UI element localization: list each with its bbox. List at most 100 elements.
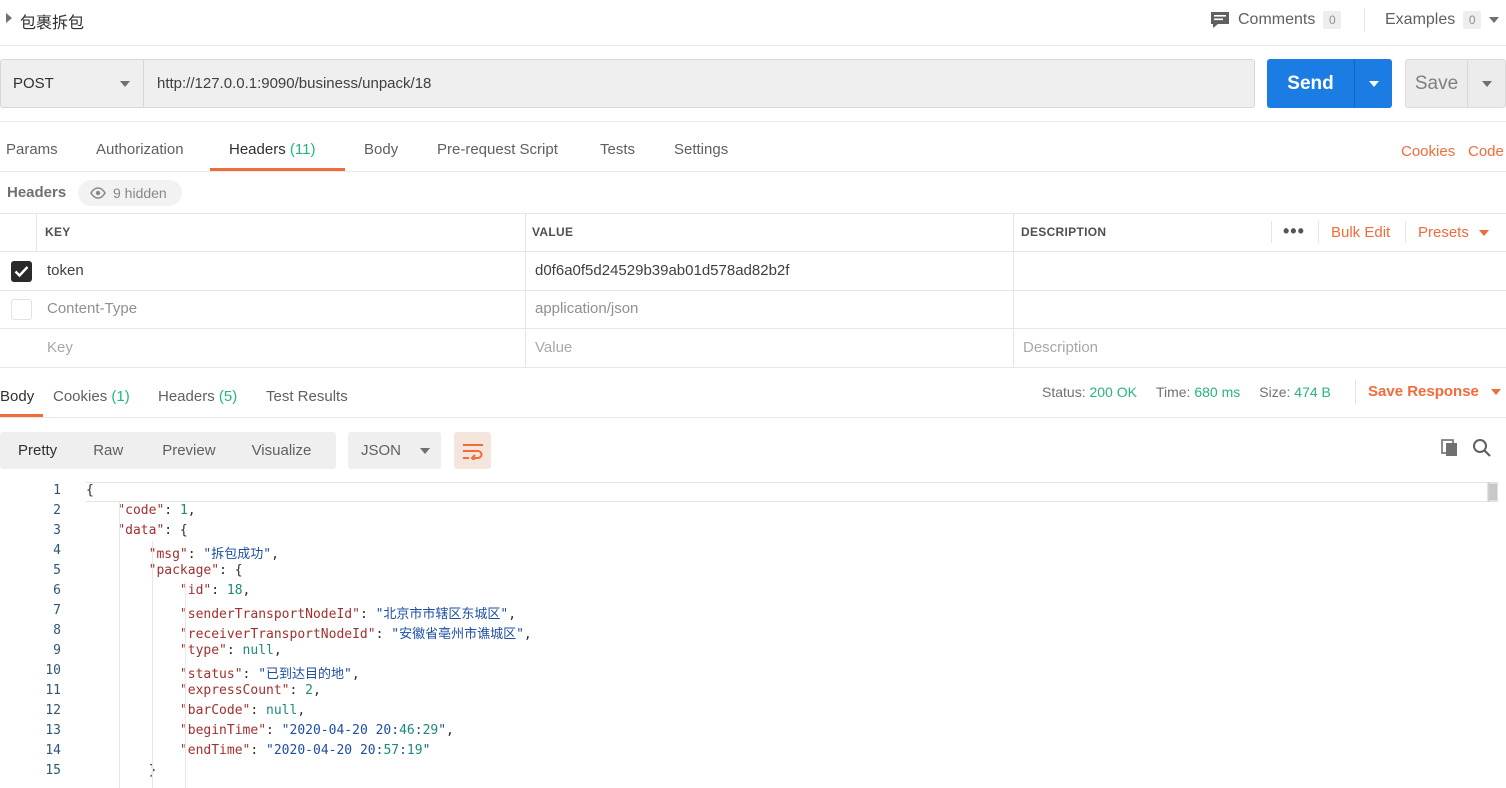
cookies-link[interactable]: Cookies xyxy=(1401,143,1455,160)
wrap-lines-icon xyxy=(462,443,483,460)
response-meta: Status: 200 OK Time: 680 ms Size: 474 B xyxy=(1042,384,1331,400)
copy-icon[interactable] xyxy=(1440,438,1460,462)
tab-headers-label: Headers xyxy=(229,141,286,158)
presets-dropdown[interactable]: Presets xyxy=(1418,224,1489,241)
expand-caret-icon[interactable] xyxy=(6,13,12,23)
line-number: 12 xyxy=(45,703,61,718)
comments-label: Comments xyxy=(1238,11,1316,28)
save-response-dropdown[interactable]: Save Response xyxy=(1368,383,1501,400)
time-info[interactable]: Time: 680 ms xyxy=(1156,384,1240,400)
header-enabled-checkbox[interactable] xyxy=(11,261,32,282)
code-line: "package": { xyxy=(148,563,243,578)
chevron-down-icon xyxy=(1489,17,1500,23)
line-number: 13 xyxy=(45,723,61,738)
new-value-input[interactable]: Value xyxy=(535,339,572,356)
line-number: 3 xyxy=(53,523,61,538)
view-raw-button[interactable]: Raw xyxy=(93,442,123,459)
code-line: } xyxy=(86,763,157,778)
code-link[interactable]: Code xyxy=(1468,143,1504,160)
line-number: 11 xyxy=(45,683,61,698)
tab-response-headers[interactable]: Headers (5) xyxy=(158,388,237,405)
tab-headers-count: (11) xyxy=(289,141,316,158)
url-input[interactable]: http://127.0.0.1:9090/business/unpack/18 xyxy=(144,59,1255,108)
line-number: 4 xyxy=(53,543,61,558)
view-preview-button[interactable]: Preview xyxy=(162,442,215,459)
view-mode-group: Pretty Raw Preview Visualize xyxy=(0,432,336,469)
save-options-button[interactable] xyxy=(1468,80,1505,87)
tab-response-body[interactable]: Body xyxy=(0,388,34,405)
new-key-input[interactable]: Key xyxy=(47,339,73,356)
request-title[interactable]: 包裹拆包 xyxy=(20,9,84,33)
chevron-down-icon xyxy=(1490,388,1501,395)
size-info[interactable]: Size: 474 B xyxy=(1259,384,1331,400)
examples-dropdown[interactable]: Examples 0 xyxy=(1385,8,1500,32)
status-info[interactable]: Status: 200 OK xyxy=(1042,384,1137,400)
save-label: Save xyxy=(1414,72,1459,94)
line-number: 7 xyxy=(53,603,61,618)
tab-params[interactable]: Params xyxy=(6,141,58,158)
wrap-lines-button[interactable] xyxy=(454,432,491,469)
send-label: Send xyxy=(1287,72,1334,94)
format-select[interactable]: JSON xyxy=(348,432,441,469)
chevron-down-icon xyxy=(1481,80,1492,87)
header-enabled-checkbox[interactable] xyxy=(11,299,32,320)
header-key-cell[interactable]: Content-Type xyxy=(47,300,137,317)
chevron-down-icon xyxy=(420,447,431,454)
tab-prerequest-script[interactable]: Pre-request Script xyxy=(437,141,558,158)
headers-section-label: Headers xyxy=(7,184,67,201)
line-number: 10 xyxy=(45,663,61,678)
tab-authorization[interactable]: Authorization xyxy=(96,141,184,158)
search-icon[interactable] xyxy=(1472,438,1492,462)
send-button[interactable]: Send xyxy=(1267,59,1392,108)
header-value-cell[interactable]: d0f6a0f5d24529b39ab01d578ad82b2f xyxy=(535,262,789,279)
view-pretty-button[interactable]: Pretty xyxy=(18,442,57,459)
divider xyxy=(0,367,1506,368)
code-line: "endTime": "2020-04-20 20:57:19" xyxy=(179,743,431,758)
url-value: http://127.0.0.1:9090/business/unpack/18 xyxy=(157,75,432,92)
more-options-icon[interactable]: ••• xyxy=(1283,221,1305,242)
line-number: 14 xyxy=(45,743,61,758)
code-line: "status": "已到达目的地", xyxy=(179,667,360,682)
hidden-headers-toggle[interactable]: 9 hidden xyxy=(78,180,182,206)
tab-test-results[interactable]: Test Results xyxy=(266,388,348,405)
response-body-viewer[interactable]: 1 {2 "code": 1, 3 "data": {4 "msg": "拆包成功"… xyxy=(0,481,1506,788)
line-number: 1 xyxy=(53,483,61,498)
search-icon-graphic xyxy=(1473,439,1491,457)
headers-table: KEY VALUE DESCRIPTION ••• Bulk Edit Pres… xyxy=(0,213,1506,368)
header-key-cell[interactable]: token xyxy=(47,262,84,279)
divider xyxy=(36,213,37,251)
line-number: 9 xyxy=(53,643,61,658)
send-options-button[interactable] xyxy=(1355,80,1392,87)
chevron-down-icon xyxy=(120,81,130,87)
tab-headers[interactable]: Headers (11) xyxy=(229,141,315,158)
eye-icon xyxy=(90,187,106,199)
new-description-input[interactable]: Description xyxy=(1023,339,1098,356)
view-visualize-button[interactable]: Visualize xyxy=(252,442,312,459)
check-icon xyxy=(14,266,29,278)
size-label: Size: xyxy=(1259,384,1291,400)
bulk-edit-link[interactable]: Bulk Edit xyxy=(1331,224,1390,241)
chevron-down-icon xyxy=(1478,229,1489,236)
tab-settings[interactable]: Settings xyxy=(674,141,728,158)
hidden-headers-count: 9 hidden xyxy=(113,185,167,201)
method-select[interactable]: POST xyxy=(0,59,144,108)
header-value-cell[interactable]: application/json xyxy=(535,300,638,317)
save-button[interactable]: Save xyxy=(1405,59,1506,108)
indent-guide xyxy=(152,541,153,788)
size-value: 474 B xyxy=(1294,384,1331,400)
tab-response-cookies[interactable]: Cookies (1) xyxy=(53,388,130,405)
tab-response-headers-label: Headers xyxy=(158,388,215,405)
tab-response-cookies-count: (1) xyxy=(111,388,130,405)
comments-button[interactable]: Comments 0 xyxy=(1210,8,1342,32)
line-number: 5 xyxy=(53,563,61,578)
status-value: 200 OK xyxy=(1089,384,1137,400)
copy-icon-graphic xyxy=(1441,439,1457,456)
time-label: Time: xyxy=(1155,384,1191,400)
divider xyxy=(0,328,1506,329)
divider xyxy=(1318,221,1319,243)
tab-body[interactable]: Body xyxy=(364,141,398,158)
tab-tests[interactable]: Tests xyxy=(600,141,635,158)
tab-response-headers-count: (5) xyxy=(218,388,238,405)
examples-count: 0 xyxy=(1463,11,1482,29)
divider xyxy=(1355,380,1356,404)
